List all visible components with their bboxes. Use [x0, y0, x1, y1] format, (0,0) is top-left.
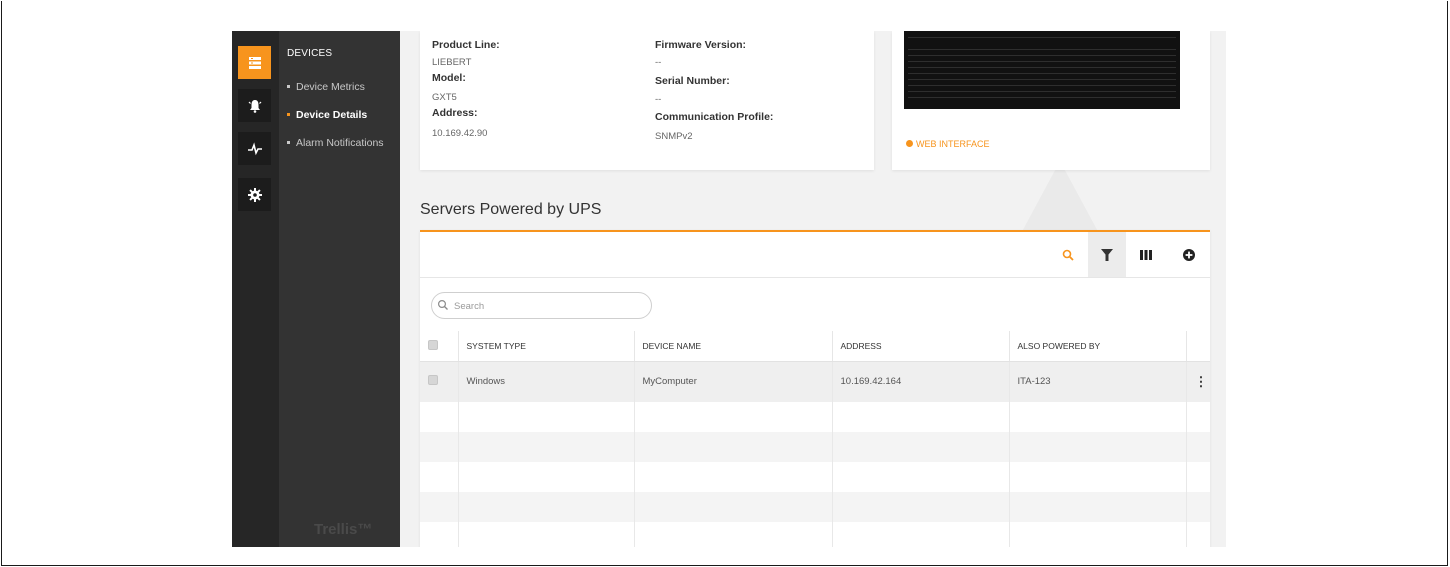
- nav-item-label: Alarm Notifications: [296, 137, 384, 149]
- row-actions-cell[interactable]: ⋮: [1186, 361, 1210, 402]
- more-options-icon[interactable]: ⋮: [1195, 374, 1208, 389]
- columns-button[interactable]: [1127, 232, 1165, 277]
- devices-nav-panel: DEVICES Device Metrics Device Details Al…: [279, 31, 400, 547]
- servers-table-card: SYSTEM TYPE DEVICE NAME ADDRESS ALSO POW…: [420, 230, 1210, 547]
- settings-rail-button[interactable]: [238, 178, 271, 211]
- model-value: GXT5: [432, 92, 457, 103]
- device-name-cell: MyComputer: [634, 361, 833, 402]
- devices-rail-button[interactable]: [238, 46, 271, 79]
- search-icon: [1062, 249, 1074, 261]
- also-powered-by-cell: ITA-123: [1009, 361, 1187, 402]
- empty-row: [420, 522, 1210, 547]
- column-header-actions: [1186, 331, 1210, 362]
- column-header-address[interactable]: ADDRESS: [832, 331, 1010, 362]
- gear-icon: [247, 187, 262, 202]
- system-type-cell: Windows: [458, 361, 635, 402]
- filter-button[interactable]: [1088, 232, 1126, 277]
- column-header-device-name[interactable]: DEVICE NAME: [634, 331, 833, 362]
- device-info-card: Product Line: LIEBERT Model: GXT5 Addres…: [420, 31, 874, 170]
- globe-icon: [906, 140, 913, 148]
- row-checkbox[interactable]: [428, 375, 438, 386]
- alarm-bell-icon: [248, 99, 261, 113]
- search-button[interactable]: [1049, 232, 1087, 277]
- serial-number-label: Serial Number:: [655, 75, 730, 87]
- row-select-cell[interactable]: [420, 361, 459, 402]
- bullet-icon: [287, 112, 290, 116]
- devices-icon: [248, 56, 261, 69]
- nav-item-alarm-notifications[interactable]: Alarm Notifications: [287, 137, 384, 149]
- nav-title: DEVICES: [287, 48, 333, 59]
- web-interface-label: WEB INTERFACE: [916, 139, 990, 149]
- product-line-value: LIEBERT: [432, 57, 472, 68]
- icon-rail: [232, 31, 279, 547]
- metrics-rail-button[interactable]: [238, 132, 271, 165]
- table-header-row: SYSTEM TYPE DEVICE NAME ADDRESS ALSO POW…: [420, 331, 1210, 362]
- ups-device-image: [904, 31, 1180, 109]
- communication-profile-label: Communication Profile:: [655, 111, 774, 123]
- address-value: 10.169.42.90: [432, 128, 488, 139]
- column-header-also-powered-by[interactable]: ALSO POWERED BY: [1009, 331, 1187, 362]
- address-cell: 10.169.42.164: [832, 361, 1010, 402]
- app-frame: DEVICES Device Metrics Device Details Al…: [1, 1, 1448, 566]
- empty-row: [420, 492, 1210, 522]
- add-icon: [1183, 248, 1195, 261]
- empty-row: [420, 402, 1210, 432]
- filter-icon: [1101, 248, 1113, 261]
- address-label: Address:: [432, 107, 478, 119]
- brand-logo: Trellis™: [314, 521, 373, 538]
- empty-row: [420, 432, 1210, 462]
- model-label: Model:: [432, 72, 466, 84]
- search-icon: [437, 299, 448, 310]
- columns-icon: [1140, 249, 1152, 260]
- firmware-value: --: [655, 57, 662, 68]
- table-row[interactable]: Windows MyComputer 10.169.42.164 ITA-123…: [420, 361, 1210, 402]
- communication-profile-value: SNMPv2: [655, 131, 693, 142]
- nav-item-label: Device Details: [296, 109, 368, 121]
- pulse-icon: [247, 141, 262, 155]
- nav-item-label: Device Metrics: [296, 81, 365, 93]
- search-field: [431, 292, 652, 319]
- bullet-icon: [287, 140, 290, 144]
- select-all-checkbox[interactable]: [428, 339, 438, 350]
- nav-item-device-metrics[interactable]: Device Metrics: [287, 81, 365, 93]
- serial-number-value: --: [655, 94, 662, 105]
- firmware-label: Firmware Version:: [655, 39, 747, 51]
- select-all-cell[interactable]: [420, 331, 459, 362]
- nav-item-device-details[interactable]: Device Details: [287, 109, 367, 121]
- product-line-label: Product Line:: [432, 39, 500, 51]
- search-input[interactable]: [454, 298, 644, 314]
- column-header-system-type[interactable]: SYSTEM TYPE: [458, 331, 635, 362]
- alarms-rail-button[interactable]: [238, 89, 271, 122]
- section-title: Servers Powered by UPS: [420, 201, 602, 218]
- add-button[interactable]: [1170, 232, 1208, 277]
- main-content: Product Line: LIEBERT Model: GXT5 Addres…: [400, 31, 1226, 547]
- bullet-icon: [287, 84, 290, 88]
- web-interface-link[interactable]: WEB INTERFACE: [906, 139, 990, 149]
- empty-row: [420, 462, 1210, 492]
- device-image-card: WEB INTERFACE: [892, 31, 1210, 170]
- table-toolbar: [420, 232, 1210, 278]
- servers-table: SYSTEM TYPE DEVICE NAME ADDRESS ALSO POW…: [420, 331, 1210, 547]
